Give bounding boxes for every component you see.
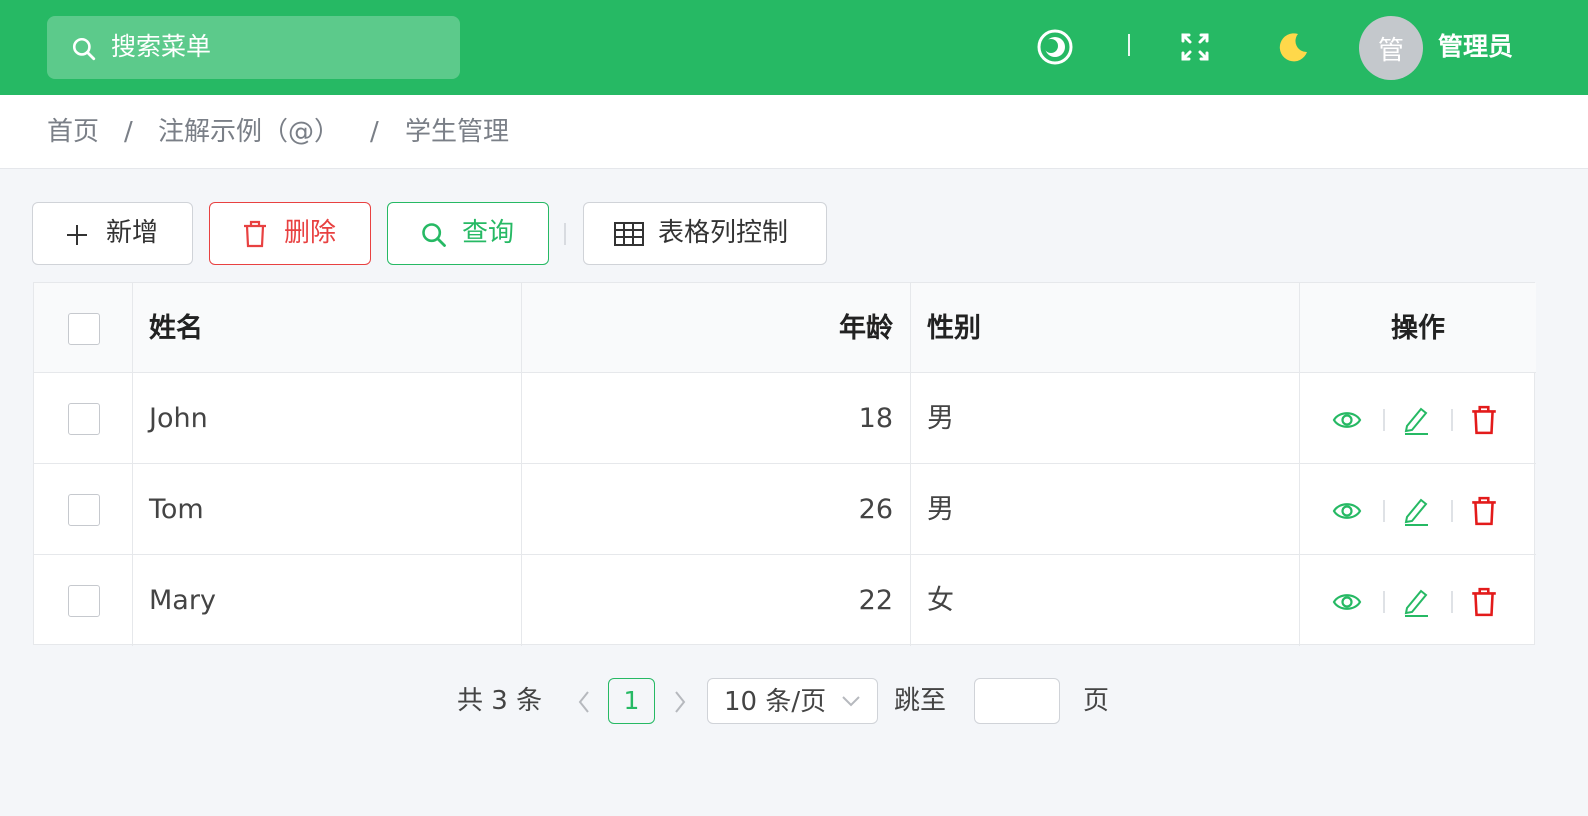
student-age: 22 xyxy=(858,585,893,616)
column-control-label: 表格列控制 xyxy=(658,218,789,248)
jump-page-input[interactable] xyxy=(974,678,1060,724)
action-divider xyxy=(1383,591,1385,613)
breadcrumb-current: 学生管理 xyxy=(405,117,510,147)
top-bar: 搜索菜单 管 管理员 xyxy=(0,0,1588,95)
edit-pencil-icon[interactable] xyxy=(1402,587,1430,617)
breadcrumb: 首页 / 注解示例（@） / 学生管理 xyxy=(0,95,1588,169)
avatar[interactable]: 管 xyxy=(1359,16,1423,80)
student-name: Tom xyxy=(149,494,204,525)
select-all-checkbox[interactable] xyxy=(68,313,100,345)
trash-icon xyxy=(244,220,266,248)
page-size-select[interactable]: 10 条/页 xyxy=(707,678,878,724)
page-number-current[interactable]: 1 xyxy=(608,678,655,724)
table-row: Tom 26 男 xyxy=(34,464,1536,555)
next-page-chevron-icon[interactable] xyxy=(672,688,688,716)
column-control-button[interactable]: 表格列控制 xyxy=(583,202,827,265)
edit-pencil-icon[interactable] xyxy=(1402,405,1430,435)
table-row: Mary 22 女 xyxy=(34,555,1536,646)
action-divider xyxy=(1383,500,1385,522)
action-divider xyxy=(1383,409,1385,431)
search-placeholder: 搜索菜单 xyxy=(111,32,212,61)
delete-button-label: 删除 xyxy=(284,218,337,248)
view-eye-icon[interactable] xyxy=(1332,405,1362,435)
column-header-gender: 性别 xyxy=(927,313,981,344)
add-button-label: 新增 xyxy=(106,218,159,248)
student-name: Mary xyxy=(149,585,216,616)
pagination-total: 共 3 条 xyxy=(457,686,543,716)
user-name[interactable]: 管理员 xyxy=(1438,30,1513,64)
delete-button[interactable]: 删除 xyxy=(209,202,371,265)
page-size-value: 10 条/页 xyxy=(724,687,827,717)
table-header-row: 姓名 年龄 性别 操作 xyxy=(34,283,1536,373)
column-header-name: 姓名 xyxy=(149,313,203,344)
view-eye-icon[interactable] xyxy=(1332,587,1362,617)
header-divider xyxy=(1128,34,1130,56)
row-checkbox[interactable] xyxy=(68,585,100,617)
jump-to-label: 跳至 xyxy=(894,686,947,716)
breadcrumb-annotation-example[interactable]: 注解示例（@） xyxy=(158,115,340,149)
add-button[interactable]: 新增 xyxy=(32,202,193,265)
action-divider xyxy=(1451,409,1453,431)
student-name: John xyxy=(149,403,208,434)
action-divider xyxy=(1451,500,1453,522)
row-checkbox[interactable] xyxy=(68,494,100,526)
breadcrumb-home[interactable]: 首页 xyxy=(47,115,99,149)
search-icon xyxy=(72,37,96,61)
prev-page-chevron-icon[interactable] xyxy=(576,688,592,716)
student-age: 26 xyxy=(858,494,893,525)
column-header-actions: 操作 xyxy=(1391,313,1445,344)
query-button[interactable]: 查询 xyxy=(387,202,549,265)
view-eye-icon[interactable] xyxy=(1332,496,1362,526)
delete-trash-icon[interactable] xyxy=(1470,405,1498,435)
student-gender: 女 xyxy=(927,585,954,616)
table-icon xyxy=(614,222,644,246)
page-suffix-label: 页 xyxy=(1083,686,1110,716)
student-gender: 男 xyxy=(927,403,954,434)
breadcrumb-separator: / xyxy=(370,117,379,147)
delete-trash-icon[interactable] xyxy=(1470,587,1498,617)
student-table: 姓名 年龄 性别 操作 John 18 男 Tom 26 男 Mary 22 女 xyxy=(33,282,1536,646)
action-divider xyxy=(1451,591,1453,613)
query-button-label: 查询 xyxy=(462,218,515,248)
toolbar-divider xyxy=(564,223,566,245)
theme-color-icon[interactable] xyxy=(1037,29,1073,65)
row-checkbox[interactable] xyxy=(68,403,100,435)
plus-icon xyxy=(67,225,87,245)
edit-pencil-icon[interactable] xyxy=(1402,496,1430,526)
search-icon xyxy=(422,223,446,247)
chevron-down-icon xyxy=(842,696,860,707)
fullscreen-icon[interactable] xyxy=(1180,32,1210,62)
column-header-age: 年龄 xyxy=(839,313,893,344)
breadcrumb-separator: / xyxy=(124,117,133,147)
student-gender: 男 xyxy=(927,494,954,525)
table-row: John 18 男 xyxy=(34,373,1536,464)
dark-mode-moon-icon[interactable] xyxy=(1276,30,1310,64)
search-menu-input[interactable]: 搜索菜单 xyxy=(47,16,460,79)
student-age: 18 xyxy=(858,403,893,434)
delete-trash-icon[interactable] xyxy=(1470,496,1498,526)
